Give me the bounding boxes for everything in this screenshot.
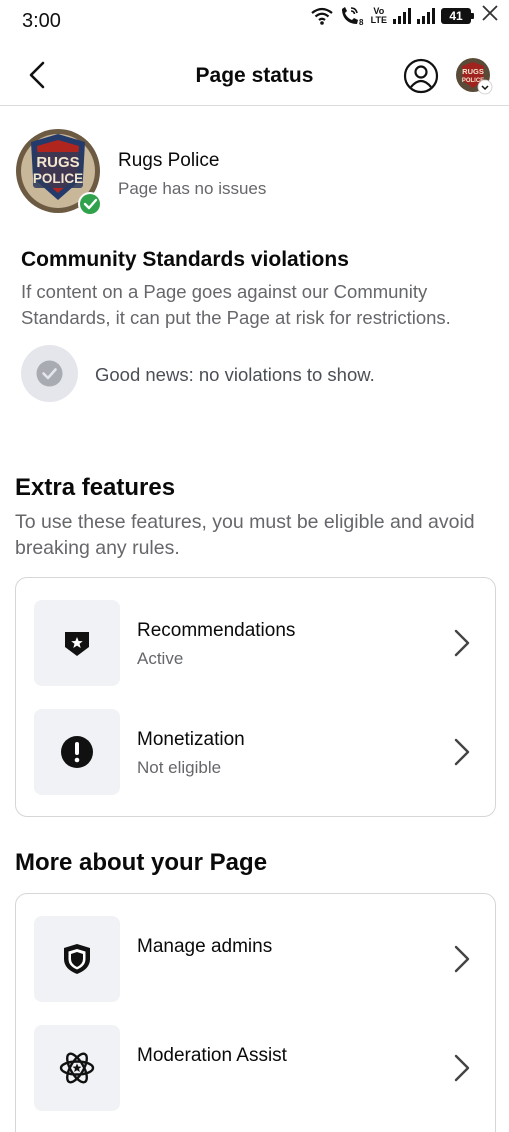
page-status-text: Page has no issues [118, 179, 267, 198]
account-circle-icon [403, 58, 439, 94]
atom-icon [59, 1052, 95, 1084]
chevron-right-icon [454, 738, 470, 766]
wifi-call-icon: 8 [341, 7, 364, 26]
app-header: Page status RUGS POLICE [0, 44, 509, 106]
manage-admins-icon-tile [34, 916, 120, 1002]
status-time: 3:00 [22, 10, 61, 32]
recommendations-row[interactable]: Recommendations Active [34, 600, 479, 686]
community-standards-description: If content on a Page goes against our Co… [21, 281, 451, 328]
extra-features-title: Extra features [15, 474, 176, 501]
good-news-badge [21, 345, 78, 402]
logo-line2: POLICE [33, 171, 83, 186]
moderation-assist-icon-tile [34, 1025, 120, 1111]
check-circle-icon [36, 360, 63, 387]
community-standards-title: Community Standards violations [21, 248, 349, 271]
monetization-title: Monetization [137, 729, 245, 750]
moderation-assist-title: Moderation Assist [137, 1045, 287, 1066]
shield-icon [64, 944, 90, 974]
status-bar: 3:00 8 Vo LTE 41 [0, 0, 509, 44]
page-switcher-avatar[interactable]: RUGS POLICE [455, 57, 493, 95]
manage-admins-row[interactable]: Manage admins [34, 916, 479, 1002]
wifi-icon [310, 7, 333, 25]
shield-star-icon [65, 632, 89, 656]
battery-icon: 41 [441, 8, 474, 24]
extra-features-card: Recommendations Active Monetization Not … [15, 577, 496, 817]
alert-circle-icon [61, 736, 93, 768]
signal-icon [393, 8, 411, 24]
more-about-title: More about your Page [15, 849, 268, 876]
account-button[interactable] [403, 58, 439, 94]
chevron-right-icon [454, 629, 470, 657]
sim-subscript: 8 [359, 18, 364, 26]
monetization-icon-tile [34, 709, 120, 795]
monetization-row[interactable]: Monetization Not eligible [34, 709, 479, 795]
chevron-right-icon [454, 945, 470, 973]
verified-check-icon [78, 192, 102, 216]
close-icon[interactable] [481, 4, 499, 22]
signal-icon [417, 8, 435, 24]
page-name: Rugs Police [118, 150, 220, 171]
monetization-status: Not eligible [137, 758, 222, 777]
logo-line1: RUGS [36, 154, 79, 171]
recommendations-status: Active [137, 649, 184, 668]
chevron-right-icon [454, 1054, 470, 1082]
page-avatar: RUGS POLICE [16, 129, 102, 216]
manage-admins-title: Manage admins [137, 936, 273, 957]
recommendations-title: Recommendations [137, 620, 296, 641]
avatar-logo-line1: RUGS [462, 67, 484, 76]
extra-features-description: To use these features, you must be eligi… [15, 511, 475, 559]
status-icons: 8 Vo LTE 41 [310, 4, 499, 26]
volte-icon: Vo LTE [371, 7, 387, 25]
good-news-text: Good news: no violations to show. [95, 364, 375, 385]
moderation-assist-row[interactable]: Moderation Assist [34, 1025, 479, 1111]
recommendations-icon-tile [34, 600, 120, 686]
volte-bottom: LTE [370, 15, 387, 25]
more-about-card: Manage admins Moderation Assist [15, 893, 496, 1132]
